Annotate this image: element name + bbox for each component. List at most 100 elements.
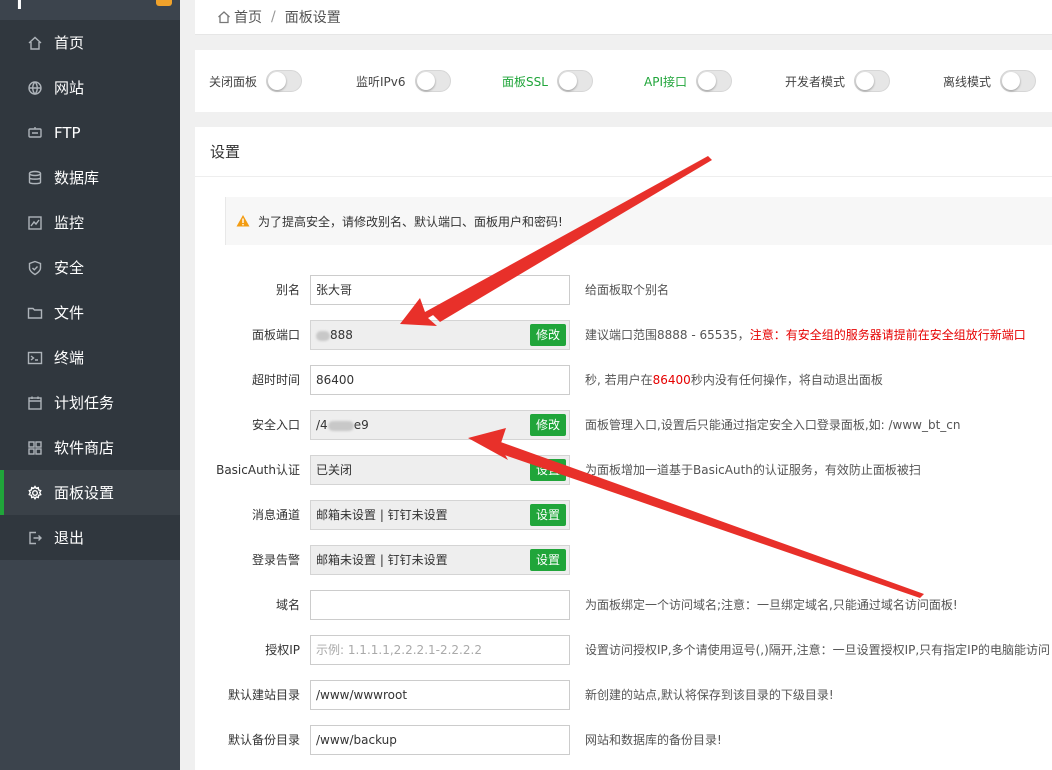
alarm-input: 邮箱未设置 | 钉钉未设置 设置 <box>310 545 570 575</box>
sidebar-item-ftp[interactable]: FTP <box>0 110 180 155</box>
toggle-bar: 关闭面板 监听IPv6 面板SSL API接口 开发者模式 离线模式 <box>195 50 1052 112</box>
api-switch[interactable] <box>696 70 732 92</box>
ip-placeholder: 示例: 1.1.1.1,2.2.2.1-2.2.2.2 <box>316 643 482 657</box>
timeout-hint-num: 86400 <box>652 373 691 387</box>
toggle-offline-mode: 离线模式 <box>943 50 1037 112</box>
row-message-channel: 消息通道 邮箱未设置 | 钉钉未设置 设置 <box>195 500 1052 530</box>
sidebar-item-website[interactable]: 网站 <box>0 65 180 110</box>
sidebar-item-security[interactable]: 安全 <box>0 245 180 290</box>
basicauth-setting-button[interactable]: 设置 <box>529 459 566 481</box>
backup-dir-hint: 网站和数据库的备份目录! <box>585 733 722 747</box>
folder-icon <box>27 305 43 321</box>
sidebar-item-label: 计划任务 <box>54 394 115 412</box>
ip-input[interactable]: 示例: 1.1.1.1,2.2.2.1-2.2.2.2 <box>310 635 570 665</box>
alias-label: 别名 <box>275 283 300 297</box>
port-hint: 建议端口范围8888 - 65535，注意：有安全组的服务器请提前在安全组放行新… <box>585 320 1026 350</box>
sidebar-item-database[interactable]: 数据库 <box>0 155 180 200</box>
sidebar-item-home[interactable]: 首页 <box>0 20 180 65</box>
entry-label: 安全入口 <box>251 418 300 432</box>
sidebar-item-settings[interactable]: 面板设置 <box>0 470 180 515</box>
basicauth-input: 已关闭 设置 <box>310 455 570 485</box>
timeout-hint-b: 秒内没有任何操作，将自动退出面板 <box>690 373 883 387</box>
ftp-icon <box>27 125 43 141</box>
home-icon[interactable] <box>217 10 231 24</box>
basicauth-value: 已关闭 <box>316 463 353 477</box>
warning-icon <box>236 214 250 228</box>
backup-dir-input[interactable]: /www/backup <box>310 725 570 755</box>
ssl-switch[interactable] <box>556 70 593 92</box>
alarm-setting-button[interactable]: 设置 <box>529 549 566 571</box>
sidebar-item-cron[interactable]: 计划任务 <box>0 380 180 425</box>
timeout-input[interactable]: 86400 <box>310 365 570 395</box>
sidebar-item-monitor[interactable]: 监控 <box>0 200 180 245</box>
globe-icon <box>27 80 43 96</box>
main-content: 首页 / 面板设置 关闭面板 监听IPv6 面板SSL API接口 开发者模式 … <box>180 0 1052 770</box>
row-domain: 域名 为面板绑定一个访问域名;注意：一旦绑定域名,只能通过域名访问面板! <box>195 590 1052 620</box>
terminal-icon <box>27 350 43 366</box>
database-icon <box>27 170 43 186</box>
domain-input[interactable] <box>310 590 570 620</box>
msg-setting-button[interactable]: 设置 <box>529 504 566 526</box>
logout-icon <box>27 530 43 546</box>
toggle-label: 开发者模式 <box>785 74 846 89</box>
warning-text: 为了提高安全，请修改别名、默认端口、面板用户和密码! <box>258 214 563 229</box>
domain-hint: 为面板绑定一个访问域名;注意：一旦绑定域名,只能通过域名访问面板! <box>585 598 958 612</box>
site-dir-input[interactable]: /www/wwwroot <box>310 680 570 710</box>
msg-label: 消息通道 <box>251 508 300 522</box>
sidebar-nav: 首页 网站 FTP 数据库 监控 安全 文件 终端 计划任务 软件商店 面板设置… <box>0 20 180 560</box>
entry-modify-button[interactable]: 修改 <box>529 414 566 436</box>
row-login-alarm: 登录告警 邮箱未设置 | 钉钉未设置 设置 <box>195 545 1052 575</box>
port-hint-text: 建议端口范围8888 - 65535， <box>585 328 750 342</box>
msg-input: 邮箱未设置 | 钉钉未设置 设置 <box>310 500 570 530</box>
toggle-label: 关闭面板 <box>209 74 258 89</box>
grid-icon <box>27 440 43 456</box>
alias-input[interactable]: 张大哥 <box>310 275 570 305</box>
row-entry: 安全入口 /4 e9 修改 面板管理入口,设置后只能通过指定安全入口登录面板,如:… <box>195 410 1052 440</box>
port-hint-warning: 注意：有安全组的服务器请提前在安全组放行新端口 <box>749 328 1026 342</box>
alias-hint: 给面板取个别名 <box>585 283 670 297</box>
logo: T <box>14 0 25 13</box>
alarm-label: 登录告警 <box>251 553 300 567</box>
breadcrumb-home[interactable]: 首页 <box>234 7 262 27</box>
dev-mode-switch[interactable] <box>854 70 891 92</box>
sidebar-item-label: 首页 <box>54 34 85 52</box>
timeout-hint-a: 秒, 若用户在 <box>585 373 653 387</box>
sidebar-item-store[interactable]: 软件商店 <box>0 425 180 470</box>
toggle-close-panel: 关闭面板 <box>209 50 303 112</box>
sidebar-item-label: 退出 <box>54 529 85 547</box>
panel-title: 设置 <box>195 127 1052 177</box>
calendar-icon <box>27 395 43 411</box>
offline-mode-switch[interactable] <box>1000 70 1037 92</box>
row-alias: 别名 张大哥 给面板取个别名 <box>195 275 1052 305</box>
toggle-ssl: 面板SSL <box>502 50 593 112</box>
toggle-label[interactable]: 面板SSL <box>502 73 548 90</box>
close-panel-switch[interactable] <box>266 70 303 92</box>
row-basicauth: BasicAuth认证 已关闭 设置 为面板增加一道基于BasicAuth的认证… <box>195 455 1052 485</box>
sidebar-item-terminal[interactable]: 终端 <box>0 335 180 380</box>
ip-hint: 设置访问授权IP,多个请使用逗号(,)隔开,注意：一旦设置授权IP,只有指定IP… <box>585 643 1050 657</box>
sidebar-footer <box>0 560 180 770</box>
entry-input: /4 e9 修改 <box>310 410 570 440</box>
timeout-hint: 秒, 若用户在86400秒内没有任何操作，将自动退出面板 <box>585 365 883 395</box>
toggle-label[interactable]: API接口 <box>644 73 687 90</box>
entry-value-a: /4 <box>316 418 328 432</box>
port-modify-button[interactable]: 修改 <box>529 324 566 346</box>
sidebar-item-logout[interactable]: 退出 <box>0 515 180 560</box>
sidebar-item-label: 文件 <box>54 304 85 322</box>
toggle-api: API接口 <box>644 50 732 112</box>
entry-hint: 面板管理入口,设置后只能通过指定安全入口登录面板,如: /www_bt_cn <box>585 418 961 432</box>
domain-label: 域名 <box>275 598 300 612</box>
settings-panel: 设置 为了提高安全，请修改别名、默认端口、面板用户和密码! 别名 张大哥 给面板… <box>195 127 1052 770</box>
ipv6-switch[interactable] <box>414 70 451 92</box>
sidebar-item-files[interactable]: 文件 <box>0 290 180 335</box>
notification-badge[interactable] <box>156 0 172 6</box>
breadcrumb: 首页 / 面板设置 <box>195 0 1052 35</box>
sidebar-item-label: 数据库 <box>54 169 100 187</box>
toggle-label: 监听IPv6 <box>356 74 406 89</box>
alarm-value: 邮箱未设置 | 钉钉未设置 <box>316 553 448 567</box>
sidebar: T 首页 网站 FTP 数据库 监控 安全 文件 终端 计划任务 软件商店 面板… <box>0 0 180 770</box>
row-port: 面板端口 888 修改 建议端口范围8888 - 65535，注意：有安全组的服… <box>195 320 1052 350</box>
breadcrumb-separator: / <box>271 9 276 25</box>
sidebar-item-label: 终端 <box>54 349 85 367</box>
sidebar-item-label: FTP <box>54 123 81 142</box>
